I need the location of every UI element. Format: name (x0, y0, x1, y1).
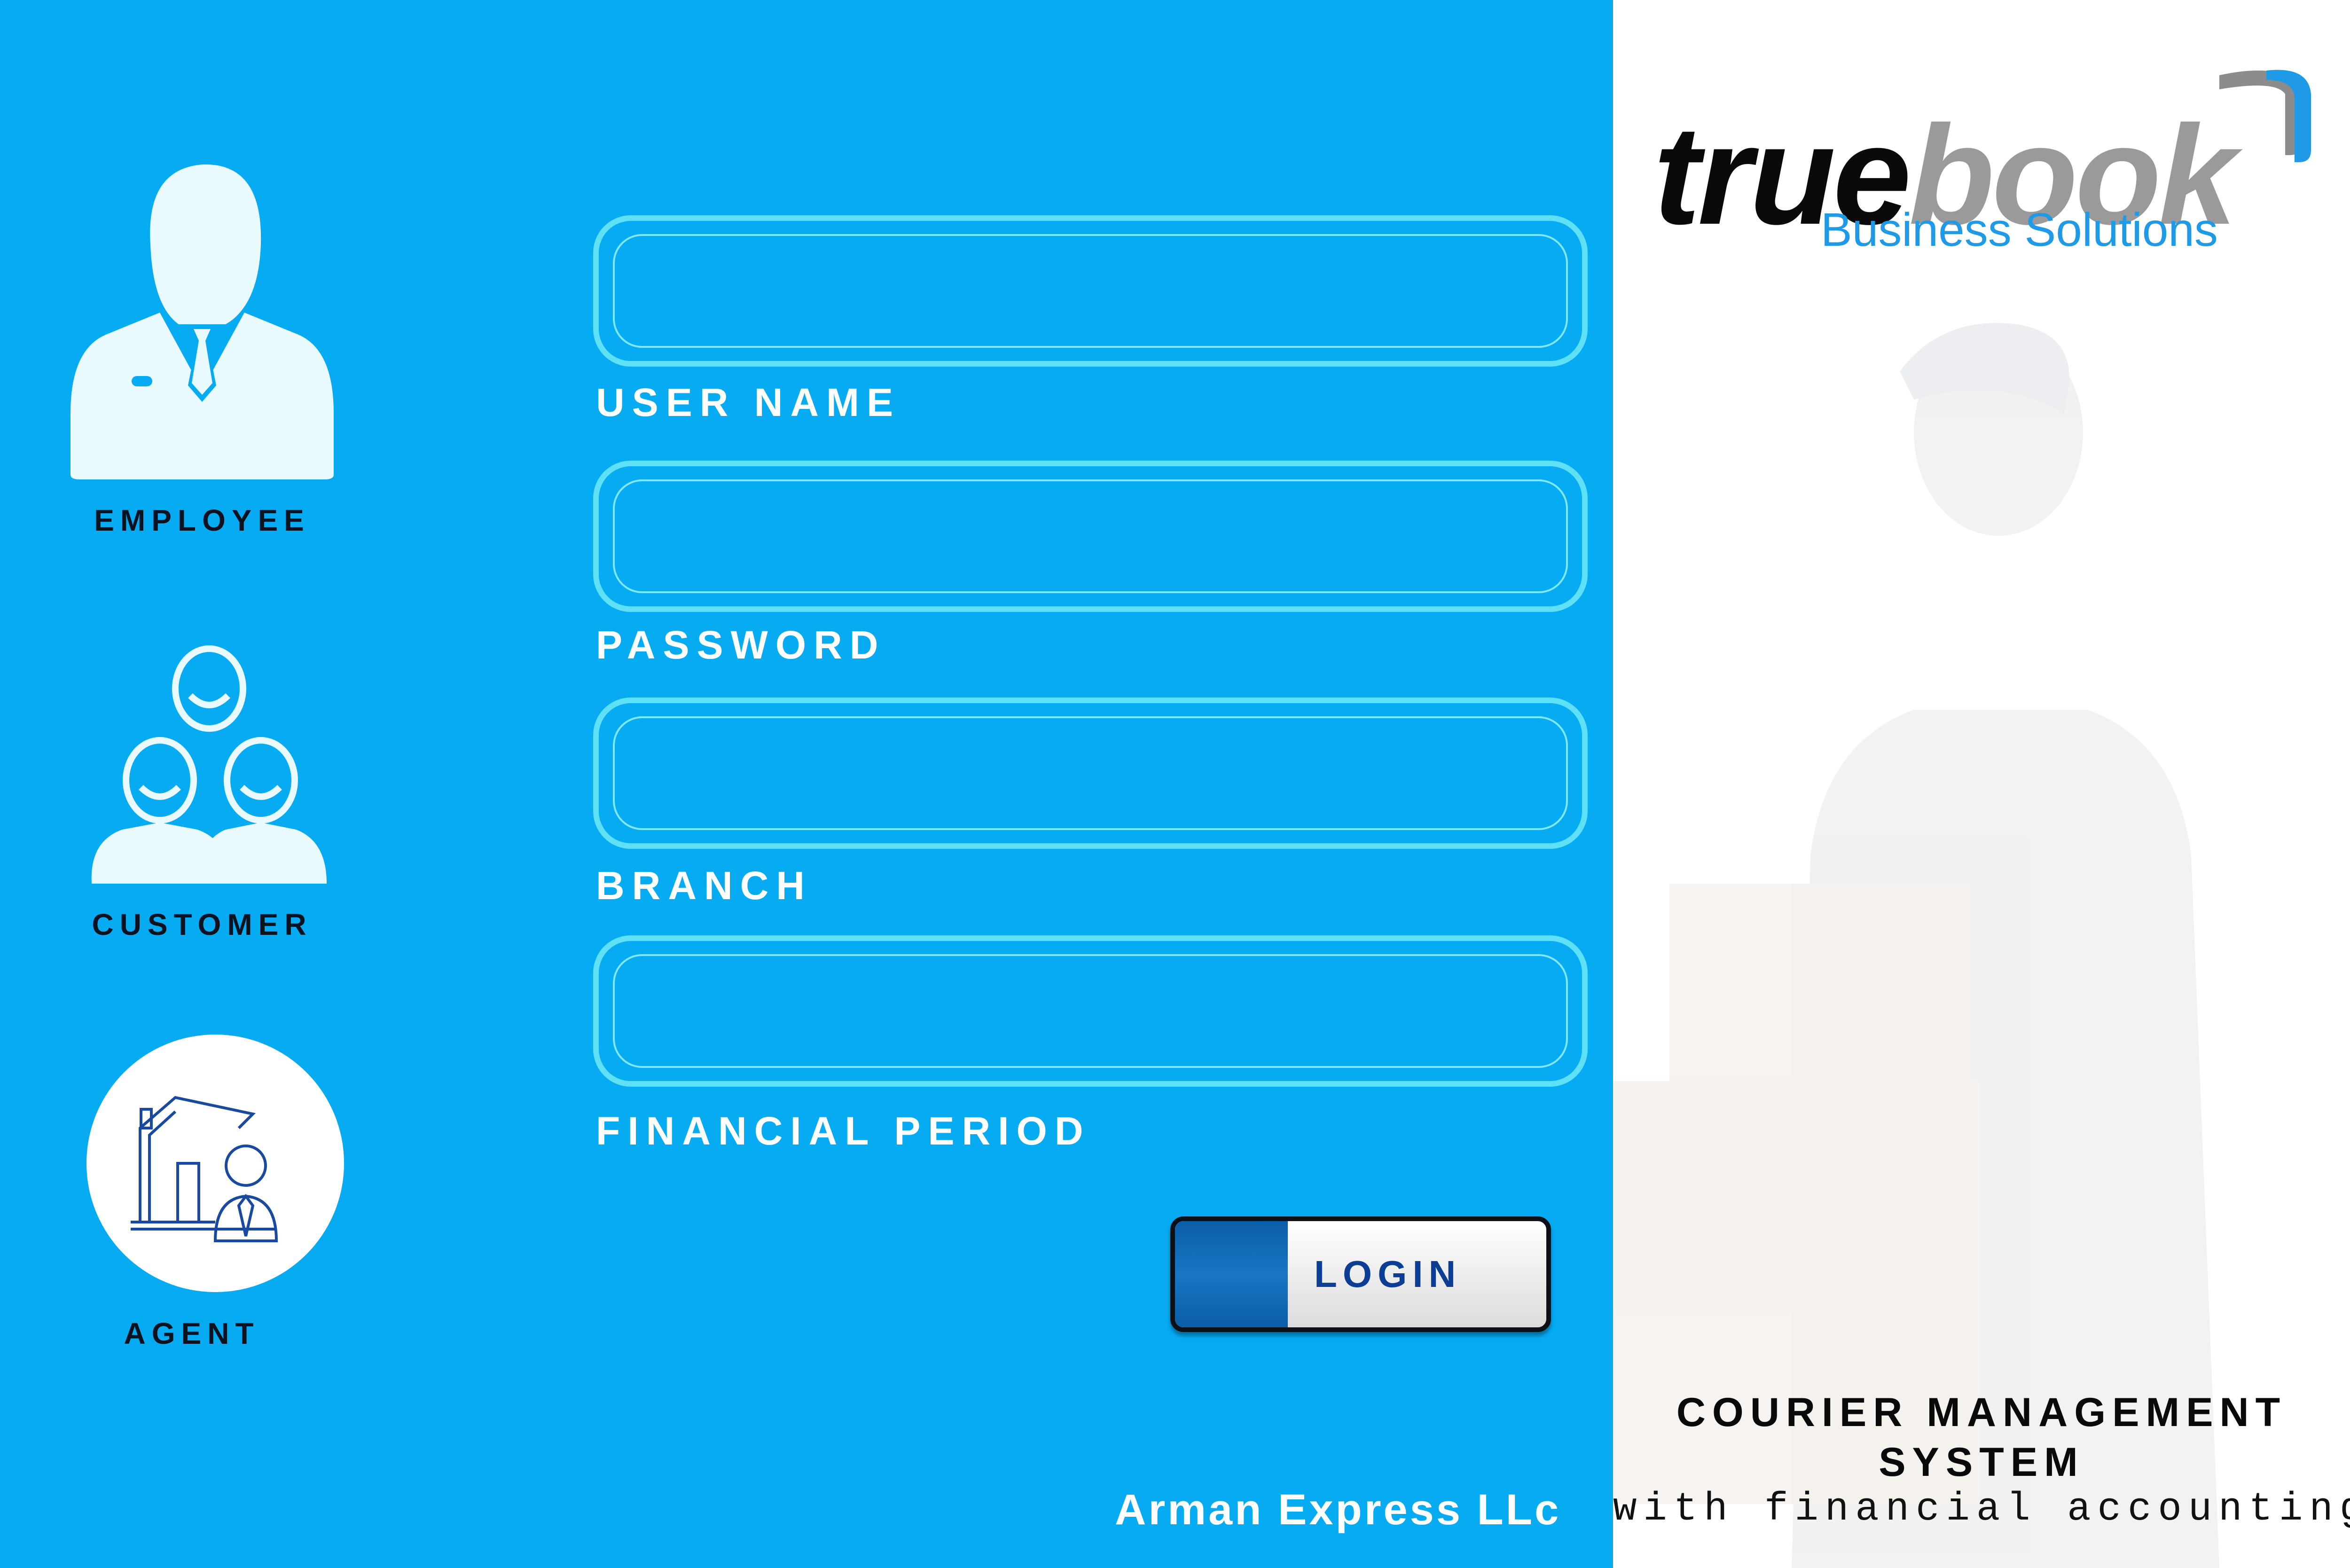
branch-field-frame (593, 698, 1588, 849)
role-agent-label: AGENT (124, 1317, 260, 1350)
role-agent[interactable]: AGENT (84, 1034, 347, 1363)
login-button-label: LOGIN (1314, 1253, 1462, 1295)
brand-tagline: Business Solutions (1821, 204, 2218, 256)
financial-period-input[interactable] (613, 954, 1568, 1068)
agent-house-icon (86, 1035, 344, 1292)
branch-label: BRANCH (596, 863, 812, 908)
system-subtitle: with financial accounting (1613, 1487, 2350, 1532)
customers-group-icon (91, 645, 327, 884)
brand-panel: truebook Business Solutions COURIER MANA… (1613, 0, 2350, 1568)
username-field-frame (593, 215, 1588, 367)
logo-swoosh-icon (2219, 70, 2311, 162)
login-panel: EMPLOYEE CUSTOMER AGENT USER NAME PASSWO… (0, 0, 1613, 1568)
branch-input[interactable] (613, 716, 1568, 830)
role-employee[interactable]: EMPLOYEE (70, 150, 334, 541)
password-field-frame (593, 461, 1588, 612)
role-employee-label: EMPLOYEE (94, 503, 310, 537)
username-label: USER NAME (596, 380, 901, 424)
password-input[interactable] (613, 479, 1568, 593)
system-title-line1: COURIER MANAGEMENT (1676, 1390, 2287, 1435)
password-label: PASSWORD (596, 623, 886, 667)
role-customer[interactable]: CUSTOMER (89, 644, 334, 945)
system-title-line2: SYSTEM (1879, 1440, 2084, 1485)
login-button[interactable]: LOGIN (1170, 1216, 1551, 1332)
company-name: Arman Express LLc (1115, 1486, 1561, 1534)
login-button-accent (1175, 1221, 1288, 1327)
role-customer-label: CUSTOMER (92, 908, 313, 941)
financial-period-label: FINANCIAL PERIOD (596, 1109, 1091, 1153)
courier-photo (1613, 323, 2219, 1568)
financial-period-field-frame (593, 935, 1588, 1087)
employee-icon (70, 164, 334, 479)
username-input[interactable] (613, 234, 1568, 348)
